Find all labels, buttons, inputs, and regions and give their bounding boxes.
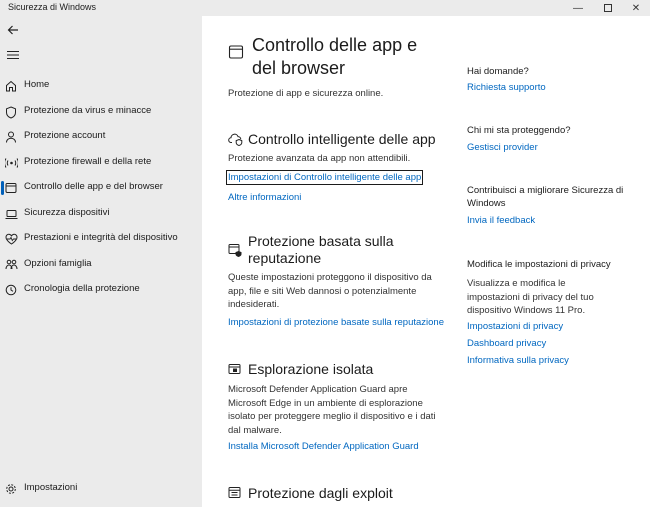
get-help-link[interactable]: Richiesta supporto [467, 82, 546, 93]
back-button[interactable] [4, 21, 22, 39]
sidebar-item-label: Protezione da virus e minacce [24, 105, 152, 116]
section-title-isolated-browsing: Esplorazione isolata [248, 361, 374, 377]
reputation-protection-settings-link[interactable]: Impostazioni di protezione basate sulla … [228, 317, 444, 328]
sidebar-item-protection-history[interactable]: Cronologia della protezione [0, 279, 202, 301]
sidebar-item-account-protection[interactable]: Protezione account [0, 126, 202, 148]
main-content: Controllo delle app e del browser Protez… [202, 16, 650, 507]
sidebar-item-label: Home [24, 79, 50, 90]
more-info-link[interactable]: Altre informazioni [228, 192, 301, 203]
family-icon [4, 257, 18, 273]
sidebar-item-virus-protection[interactable]: Protezione da virus e minacce [0, 101, 202, 123]
send-feedback-link[interactable]: Invia il feedback [467, 215, 535, 226]
page-title: Controllo delle app e del browser [252, 35, 418, 78]
sidebar-item-firewall[interactable]: Protezione firewall e della rete [0, 152, 202, 174]
window-title: Sicurezza di Windows [8, 2, 97, 12]
sidebar-item-device-security[interactable]: Sicurezza dispositivi [0, 203, 202, 225]
home-icon [4, 78, 18, 94]
app-window-icon [228, 44, 244, 60]
section-description: Queste impostazioni proteggono il dispos… [228, 272, 432, 310]
privacy-statement-link[interactable]: Informativa sulla privacy [467, 355, 569, 366]
section-title-exploit-protection: Protezione dagli exploit [248, 485, 393, 501]
sidebar-item-settings[interactable]: Impostazioni [0, 478, 202, 500]
sidebar-item-label: Protezione firewall e della rete [24, 156, 152, 167]
gear-icon [4, 481, 18, 497]
menu-button[interactable] [4, 46, 22, 64]
page-subtitle: Protezione di app e sicurezza online. [228, 88, 384, 99]
sidebar-item-family-options[interactable]: Opzioni famiglia [0, 254, 202, 276]
section-title-reputation-protection: Protezione basata sulla reputazione [248, 233, 394, 266]
sidebar-item-label: Sicurezza dispositivi [24, 207, 110, 218]
feedback-heading: Contribuisci a migliorare Sicurezza di W… [467, 185, 624, 209]
close-button[interactable]: ✕ [620, 0, 650, 16]
reputation-shield-icon [228, 243, 244, 259]
isolated-browsing-icon [228, 363, 244, 379]
sidebar-item-label: Prestazioni e integrità del dispositivo [24, 232, 178, 243]
sidebar-item-label: Controllo delle app e del browser [24, 181, 163, 192]
section-title-smart-app-control: Controllo intelligente delle app [248, 131, 436, 147]
history-icon [4, 282, 18, 298]
protection-providers-heading: Chi mi sta proteggendo? [467, 125, 571, 136]
back-arrow-icon [7, 25, 18, 35]
sidebar-item-label: Cronologia della protezione [24, 283, 140, 294]
privacy-heading: Modifica le impostazioni di privacy [467, 259, 611, 270]
sidebar-item-app-browser-control[interactable]: Controllo delle app e del browser [0, 177, 202, 199]
privacy-settings-link[interactable]: Impostazioni di privacy [467, 321, 563, 332]
title-bar: Sicurezza di Windows — ✕ [0, 0, 650, 16]
sidebar-item-device-performance[interactable]: Prestazioni e integrità del dispositivo [0, 228, 202, 250]
heart-icon [4, 231, 18, 247]
section-description: Protezione avanzata da app non attendibi… [228, 153, 411, 164]
smart-app-control-settings-link[interactable]: Impostazioni di Controllo intelligente d… [225, 170, 424, 185]
sidebar-item-label: Protezione account [24, 130, 106, 141]
section-description: Microsoft Defender Application Guard apr… [228, 384, 436, 436]
minimize-icon: — [573, 2, 583, 14]
minimize-button[interactable]: — [562, 0, 594, 16]
app-window-icon [4, 180, 18, 196]
close-icon: ✕ [631, 2, 641, 14]
person-icon [4, 129, 18, 145]
laptop-icon [4, 206, 18, 222]
wifi-icon [4, 155, 18, 171]
help-heading: Hai domande? [467, 66, 529, 77]
sidebar-item-label: Opzioni famiglia [24, 258, 92, 269]
cloud-shield-icon [228, 132, 244, 148]
sidebar: Home Protezione da virus e minacce Prote… [0, 16, 202, 507]
sidebar-item-home[interactable]: Home [0, 75, 202, 97]
sidebar-item-label: Impostazioni [24, 482, 78, 493]
exploit-protection-icon [228, 486, 244, 502]
hamburger-icon [7, 50, 19, 60]
manage-providers-link[interactable]: Gestisci provider [467, 142, 538, 153]
maximize-icon [604, 4, 612, 12]
privacy-description: Visualizza e modifica le impostazioni di… [467, 278, 594, 316]
install-application-guard-link[interactable]: Installa Microsoft Defender Application … [228, 441, 419, 452]
privacy-dashboard-link[interactable]: Dashboard privacy [467, 338, 546, 349]
shield-icon [4, 104, 18, 120]
